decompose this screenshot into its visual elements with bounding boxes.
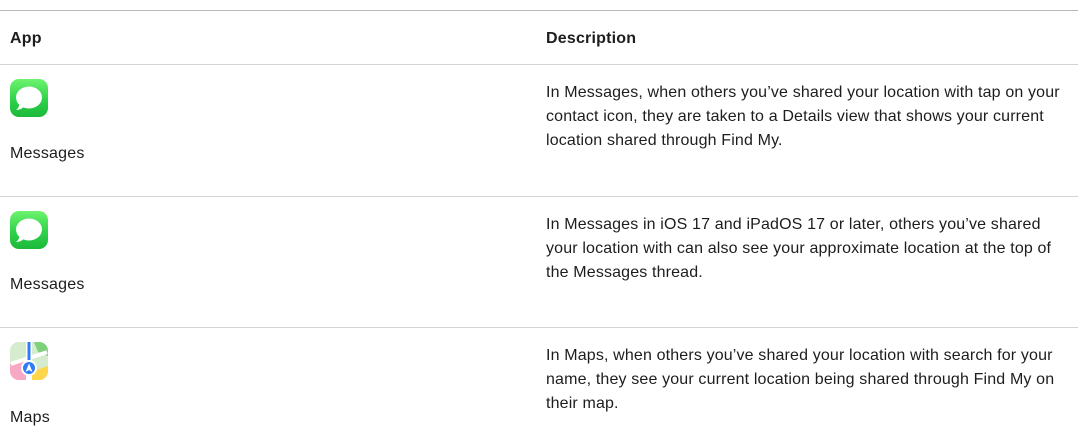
table-row: Messages In Messages in iOS 17 and iPadO… <box>0 197 1078 328</box>
app-name-messages: Messages <box>10 145 85 162</box>
table-header-row: App Description <box>0 11 1078 65</box>
app-name-maps: Maps <box>10 409 50 426</box>
table-row: Messages In Messages, when others you’ve… <box>0 65 1078 197</box>
app-location-table: App Description Messages In Messages, wh… <box>0 10 1078 440</box>
app-name-messages: Messages <box>10 276 85 293</box>
header-app: App <box>10 30 42 47</box>
messages-icon <box>10 211 48 249</box>
row-description: In Messages, when others you’ve shared y… <box>546 84 1060 149</box>
table-row: Maps In Maps, when others you’ve shared … <box>0 328 1078 440</box>
messages-icon <box>10 79 48 117</box>
row-description: In Maps, when others you’ve shared your … <box>546 347 1055 412</box>
header-description: Description <box>546 30 637 47</box>
maps-icon <box>10 342 48 380</box>
row-description: In Messages in iOS 17 and iPadOS 17 or l… <box>546 216 1052 281</box>
